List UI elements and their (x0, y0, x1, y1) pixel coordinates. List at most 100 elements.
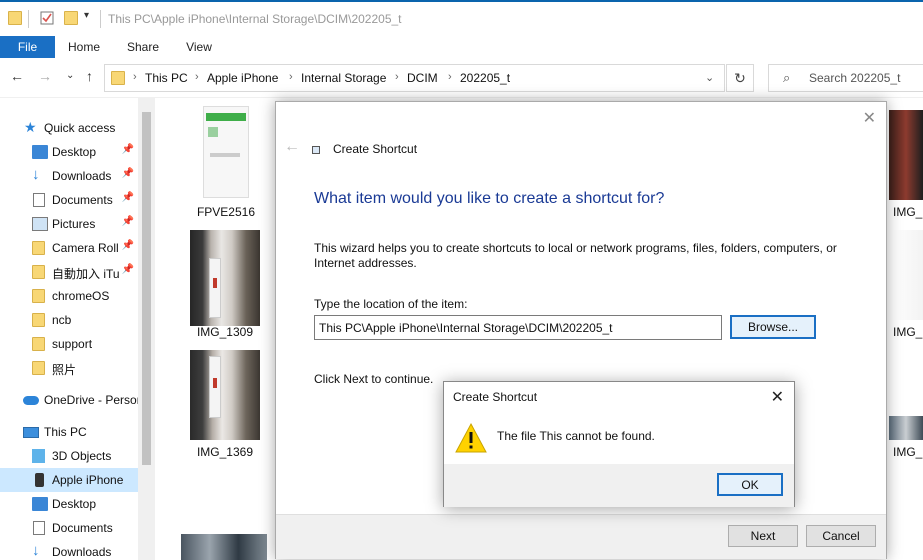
sidebar-item-desktop[interactable]: Desktop 📌 (0, 140, 138, 164)
sidebar-item-documents-pc[interactable]: Documents (0, 516, 138, 540)
tab-file[interactable]: File (0, 36, 55, 58)
sidebar-item-photos[interactable]: 照片 (0, 356, 138, 380)
error-dialog-title: Create Shortcut (453, 390, 538, 404)
back-arrow-icon[interactable]: ← (10, 68, 24, 84)
close-icon[interactable]: ✕ (771, 387, 784, 407)
file-thumbnail[interactable] (190, 230, 260, 326)
pictures-icon (32, 217, 48, 231)
file-name[interactable]: IMG_ (893, 325, 923, 339)
sidebar-item-label: 自動加入 iTu (52, 267, 120, 281)
iphone-icon (35, 473, 44, 487)
document-icon (33, 521, 45, 535)
customize-quick-access-icon[interactable]: ▾ (84, 10, 98, 24)
file-name[interactable]: IMG_1369 (190, 445, 260, 459)
location-input[interactable] (314, 315, 722, 340)
browse-button[interactable]: Browse... (730, 315, 816, 339)
breadcrumb-internal-storage[interactable]: Internal Storage (301, 71, 386, 85)
sidebar-item-pictures[interactable]: Pictures 📌 (0, 212, 138, 236)
file-thumbnail[interactable] (889, 230, 923, 320)
search-icon: ⌕ (783, 70, 791, 85)
sidebar-item-label: Documents (52, 193, 113, 207)
pin-icon[interactable]: 📌 (122, 168, 134, 179)
sidebar-item-label: Documents (52, 521, 113, 535)
sidebar-item-desktop-pc[interactable]: Desktop (0, 492, 138, 516)
chevron-right-icon: › (289, 71, 293, 83)
close-icon[interactable]: ✕ (863, 108, 876, 128)
wizard-description: This wizard helps you to create shortcut… (314, 241, 837, 270)
navigation-pane: ★ Quick access Desktop 📌 ↓ Downloads 📌 D… (0, 98, 155, 560)
ok-button[interactable]: OK (717, 473, 783, 496)
sidebar-item-downloads-pc[interactable]: ↓ Downloads (0, 540, 138, 560)
divider (28, 10, 29, 28)
refresh-icon[interactable]: ↻ (726, 64, 754, 92)
pin-icon[interactable]: 📌 (122, 240, 134, 251)
next-button[interactable]: Next (728, 525, 798, 547)
sidebar-item-apple-iphone[interactable]: Apple iPhone (0, 468, 138, 492)
thumbnail-image (210, 153, 240, 157)
sidebar-item-camera-roll[interactable]: Camera Roll 📌 (0, 236, 138, 260)
file-name[interactable]: IMG_ (893, 445, 923, 459)
file-name[interactable]: FPVE2516 (191, 205, 261, 219)
address-bar[interactable]: › This PC › Apple iPhone › Internal Stor… (104, 64, 725, 92)
sidebar-item-label: Camera Roll (52, 241, 119, 255)
tab-view[interactable]: View (180, 36, 218, 58)
file-name[interactable]: IMG_ (893, 205, 923, 219)
sidebar-item-documents[interactable]: Documents 📌 (0, 188, 138, 212)
document-icon (33, 193, 45, 207)
pin-icon[interactable]: 📌 (122, 264, 134, 275)
chevron-right-icon: › (133, 71, 137, 83)
up-arrow-icon[interactable]: ↑ (86, 68, 93, 84)
recent-locations-icon[interactable]: ⌄ (66, 70, 74, 81)
sidebar-item-downloads[interactable]: ↓ Downloads 📌 (0, 164, 138, 188)
thumbnail-image (213, 378, 217, 388)
sidebar-item-onedrive[interactable]: OneDrive - Person (0, 388, 138, 412)
pin-icon[interactable]: 📌 (122, 144, 134, 155)
tab-share[interactable]: Share (120, 36, 166, 58)
search-box[interactable]: ⌕ Search 202205_t (768, 64, 923, 92)
chevron-right-icon: › (448, 71, 452, 83)
star-icon: ★ (24, 119, 37, 135)
breadcrumb-apple-iphone[interactable]: Apple iPhone (207, 71, 278, 85)
file-thumbnail[interactable] (181, 534, 267, 560)
properties-icon[interactable] (40, 11, 54, 25)
pin-icon[interactable]: 📌 (122, 216, 134, 227)
thumbnail-image (208, 127, 218, 137)
sidebar-item-label: chromeOS (52, 289, 110, 303)
sidebar-item-label: support (52, 337, 93, 351)
desktop-icon (32, 145, 48, 159)
sidebar-item-label: 照片 (52, 363, 77, 377)
new-folder-icon[interactable] (64, 11, 78, 25)
sidebar-item-this-pc[interactable]: This PC (0, 420, 138, 444)
chevron-down-icon[interactable]: ⌄ (705, 71, 714, 84)
file-name[interactable]: IMG_1309 (190, 325, 260, 339)
breadcrumb-202205-t[interactable]: 202205_t (460, 71, 510, 85)
cancel-button[interactable]: Cancel (806, 525, 876, 547)
sidebar-item-support[interactable]: support (0, 332, 138, 356)
search-input[interactable]: Search 202205_t (809, 71, 900, 85)
sidebar-scrollbar-thumb[interactable] (142, 112, 151, 465)
file-thumbnail[interactable] (190, 350, 260, 440)
sidebar-item-label: Quick access (44, 121, 116, 135)
sidebar-item-itunes-auto-add[interactable]: 自動加入 iTu 📌 (0, 260, 138, 284)
back-arrow-icon[interactable]: ← (284, 138, 300, 156)
file-thumbnail[interactable] (203, 106, 249, 198)
download-icon: ↓ (32, 166, 40, 183)
tab-home[interactable]: Home (62, 36, 106, 58)
sidebar-item-chromeos[interactable]: chromeOS (0, 284, 138, 308)
thumbnail-image (213, 278, 217, 288)
sidebar-item-label: 3D Objects (52, 449, 112, 463)
sidebar-item-ncb[interactable]: ncb (0, 308, 138, 332)
folder-icon (32, 337, 45, 351)
breadcrumb-dcim[interactable]: DCIM (407, 71, 438, 85)
forward-arrow-icon[interactable]: → (38, 68, 52, 84)
title-bar: ▾ This PC\Apple iPhone\Internal Storage\… (0, 0, 923, 36)
file-thumbnail[interactable] (889, 416, 923, 440)
folder-icon (32, 289, 45, 303)
breadcrumb-this-pc[interactable]: This PC (145, 71, 188, 85)
file-thumbnail[interactable] (889, 110, 923, 200)
sidebar-item-3d-objects[interactable]: 3D Objects (0, 444, 138, 468)
pin-icon[interactable]: 📌 (122, 192, 134, 203)
error-dialog-footer: OK (444, 464, 794, 507)
sidebar-item-quick-access[interactable]: ★ Quick access (0, 116, 138, 140)
error-dialog: Create Shortcut ✕ The file This cannot b… (443, 381, 795, 507)
